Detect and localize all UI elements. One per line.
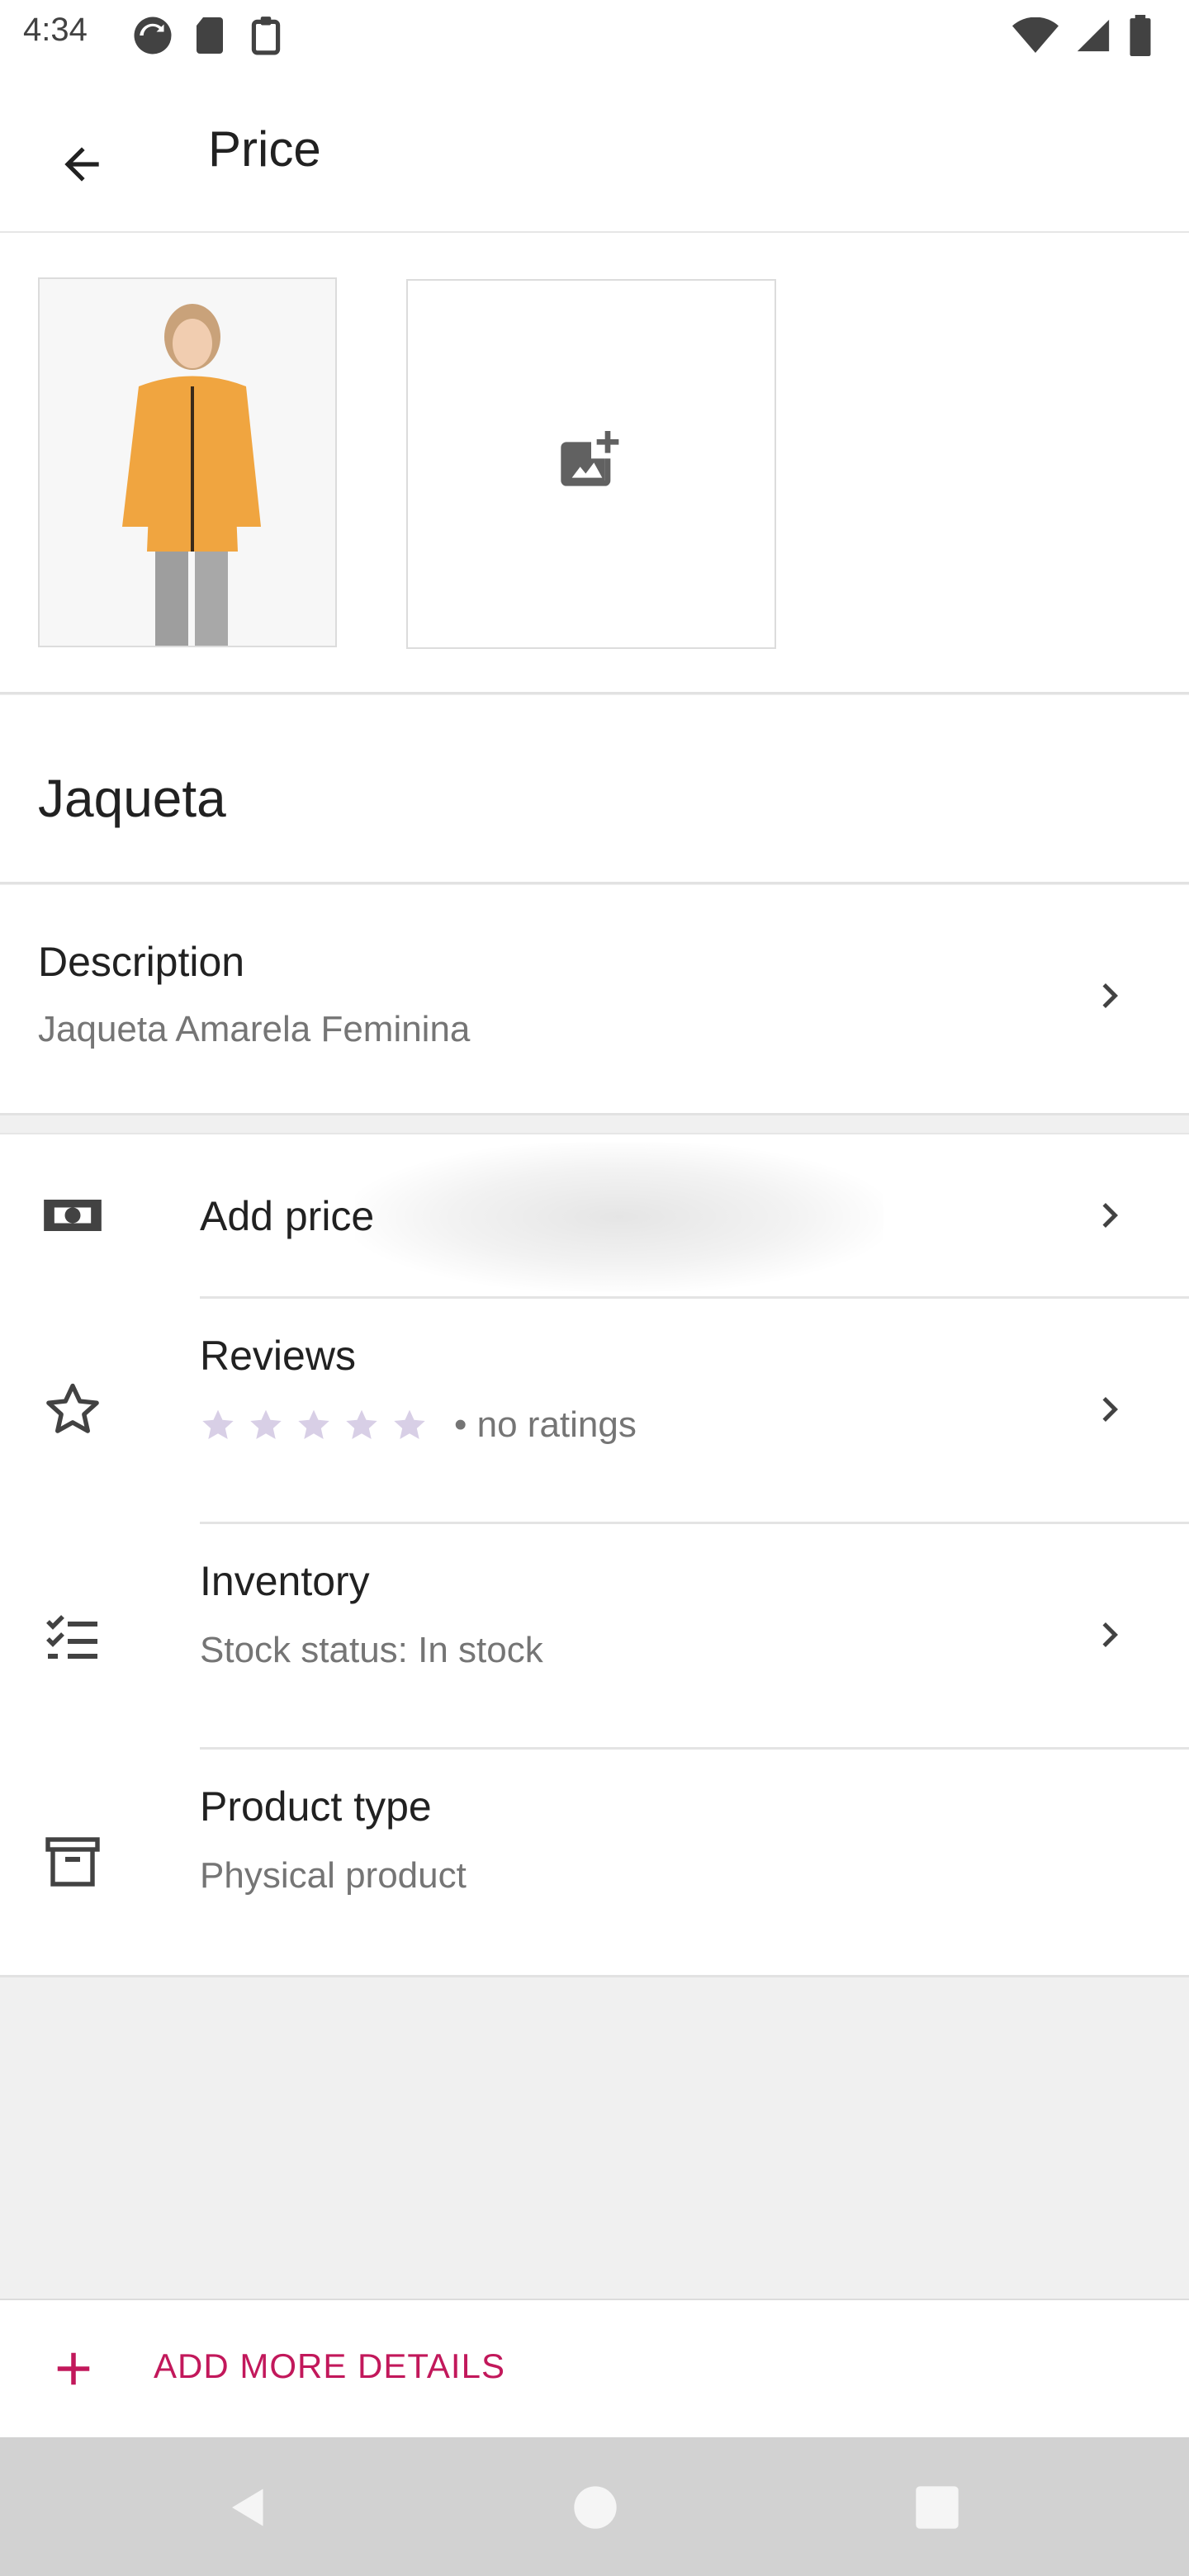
product-image[interactable] — [38, 277, 337, 647]
add-more-details-button[interactable]: ADD MORE DETAILS — [0, 2299, 1189, 2439]
nav-home-button[interactable] — [558, 2470, 632, 2545]
system-status-icons — [1012, 13, 1153, 58]
square-recents-icon — [916, 2486, 959, 2529]
add-more-details-label: ADD MORE DETAILS — [154, 2346, 505, 2385]
sd-card-icon — [197, 17, 223, 54]
triangle-back-icon — [232, 2488, 263, 2526]
star-icon — [250, 1409, 282, 1440]
app-bar: Price — [0, 69, 1189, 233]
inventory-value: Stock status: In stock — [200, 1630, 543, 1670]
inventory-row[interactable]: Inventory Stock status: In stock — [0, 1524, 1189, 1747]
checklist-icon — [38, 1602, 107, 1671]
product-type-row[interactable]: Product type Physical product — [0, 1750, 1189, 1972]
star-icon — [298, 1409, 329, 1440]
chevron-right-icon — [1102, 1622, 1118, 1647]
sync-icon — [134, 17, 172, 54]
signal-icon — [1077, 19, 1110, 52]
jacket-photo — [40, 279, 335, 646]
star-outline-icon — [38, 1375, 107, 1444]
product-images-section — [0, 233, 1189, 694]
product-name: Jaqueta — [38, 769, 226, 828]
system-navigation-bar — [0, 2437, 1189, 2576]
battery-icon — [1130, 15, 1151, 56]
add-price-label: Add price — [200, 1193, 375, 1239]
archive-icon — [38, 1827, 107, 1896]
chevron-right-icon — [1102, 1203, 1118, 1228]
back-button[interactable] — [36, 119, 127, 210]
reviews-label: Reviews — [200, 1333, 356, 1379]
star-icon — [394, 1409, 425, 1440]
rating-text: • no ratings — [454, 1404, 637, 1445]
product-settings-list: Add price Reviews • no ratings Inventory… — [0, 1133, 1189, 1977]
add-image-button[interactable] — [406, 279, 776, 649]
arrow-back-icon — [64, 147, 99, 182]
chevron-right-icon — [1102, 1397, 1118, 1422]
status-time: 4:34 — [23, 12, 88, 48]
touch-ripple — [355, 1143, 883, 1291]
description-row[interactable]: Description Jaqueta Amarela Feminina — [0, 885, 1189, 1115]
notification-icons — [130, 13, 284, 58]
reviews-row[interactable]: Reviews • no ratings — [0, 1299, 1189, 1522]
status-bar: 4:34 — [0, 0, 1189, 69]
inventory-label: Inventory — [200, 1558, 370, 1604]
wifi-icon — [1012, 17, 1059, 53]
clipboard-icon — [251, 17, 281, 55]
circle-home-icon — [574, 2486, 617, 2529]
description-value: Jaqueta Amarela Feminina — [38, 1009, 471, 1049]
plus-icon — [57, 2352, 90, 2385]
description-title: Description — [38, 939, 245, 985]
star-icon — [202, 1409, 234, 1440]
chevron-right-icon — [1102, 983, 1118, 1008]
product-type-label: Product type — [200, 1783, 432, 1830]
nav-recents-button[interactable] — [900, 2470, 974, 2545]
star-icon — [346, 1409, 377, 1440]
page-title: Price — [208, 121, 321, 177]
nav-back-button[interactable] — [211, 2470, 286, 2545]
money-icon — [38, 1181, 107, 1250]
rating-stars: • no ratings — [200, 1404, 637, 1446]
product-name-section[interactable]: Jaqueta — [0, 695, 1189, 884]
add-photo-icon — [561, 431, 619, 486]
add-price-row[interactable]: Add price — [0, 1134, 1189, 1296]
product-type-value: Physical product — [200, 1855, 467, 1896]
